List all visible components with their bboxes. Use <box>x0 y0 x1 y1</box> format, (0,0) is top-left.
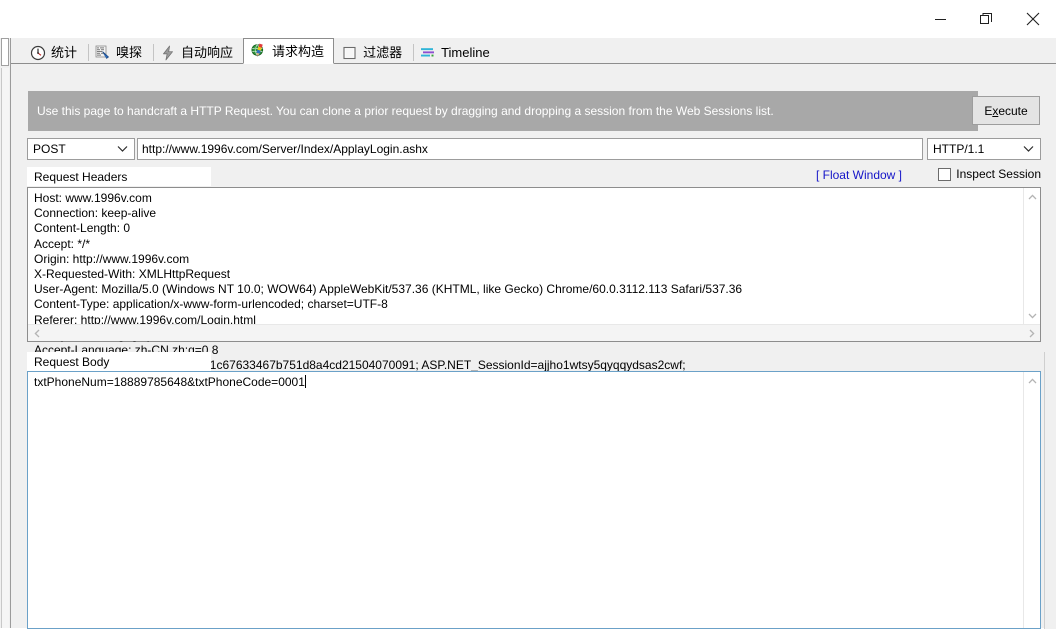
inspect-session-label: Inspect Session <box>956 167 1041 181</box>
inspect-session-checkbox[interactable]: Inspect Session <box>938 167 1041 181</box>
tab-filters-label: 过滤器 <box>363 46 402 59</box>
tab-timeline[interactable]: Timeline <box>412 40 500 64</box>
tab-strip: 统计 嗅探 自动响应 <box>11 38 1056 64</box>
scroll-left-button[interactable] <box>28 325 45 342</box>
tab-composer-label: 请求构造 <box>272 45 324 58</box>
minimize-icon <box>935 13 947 25</box>
tab-autoresponder-label: 自动响应 <box>181 46 233 59</box>
chevron-up-icon <box>1028 378 1037 384</box>
left-splitter-sliver <box>0 38 11 628</box>
execute-label-post: ecute <box>998 104 1027 118</box>
hint-row: Use this page to handcraft a HTTP Reques… <box>28 91 1040 131</box>
execute-label-pre: E <box>984 104 992 118</box>
request-headers-text: Host: www.1996v.com Connection: keep-ali… <box>34 191 1009 373</box>
request-body-editor[interactable]: txtPhoneNum=18889785648&txtPhoneCode=000… <box>27 371 1041 629</box>
scroll-up-button[interactable] <box>1024 188 1041 205</box>
request-body-vertical-scrollbar[interactable] <box>1023 372 1040 628</box>
inspect-session-box[interactable] <box>938 168 951 181</box>
scroll-up-button[interactable] <box>1024 372 1041 389</box>
chevron-up-icon <box>1028 194 1037 200</box>
close-icon <box>1026 12 1040 26</box>
tab-filters[interactable]: 过滤器 <box>334 40 412 64</box>
request-headers-editor[interactable]: Host: www.1996v.com Connection: keep-ali… <box>27 187 1041 342</box>
filters-checkbox-icon <box>342 45 358 61</box>
scroll-down-button[interactable] <box>1024 307 1041 324</box>
composer-globe-pencil-icon <box>251 43 267 59</box>
request-headers-label: Request Headers <box>27 167 211 186</box>
request-body-text-wrap: txtPhoneNum=18889785648&txtPhoneCode=000… <box>34 375 306 390</box>
autoresponder-lightning-icon <box>160 45 176 61</box>
composer-panel: Use this page to handcraft a HTTP Reques… <box>11 63 1056 628</box>
chevron-left-icon <box>34 329 40 338</box>
chevron-down-icon <box>117 146 128 153</box>
composer-hint-text: Use this page to handcraft a HTTP Reques… <box>28 91 978 131</box>
tab-statistics-label: 统计 <box>51 46 77 59</box>
http-version-select[interactable]: HTTP/1.1 <box>927 138 1041 160</box>
url-value: http://www.1996v.com/Server/Index/Applay… <box>142 142 428 156</box>
http-method-select[interactable]: POST <box>27 138 135 160</box>
text-cursor <box>305 375 306 388</box>
url-row: POST http://www.1996v.com/Server/Index/A… <box>27 138 1041 160</box>
request-body-label: Request Body <box>27 352 211 371</box>
tab-timeline-label: Timeline <box>441 46 490 59</box>
left-sliver-panel-top <box>1 38 9 66</box>
window-controls <box>918 0 1056 38</box>
close-button[interactable] <box>1010 1 1056 37</box>
statistics-clock-icon <box>30 45 46 61</box>
request-body-text: txtPhoneNum=18889785648&txtPhoneCode=000… <box>34 375 305 389</box>
scroll-right-button[interactable] <box>1023 325 1040 342</box>
chevron-right-icon <box>1029 329 1035 338</box>
restore-button[interactable] <box>964 1 1010 37</box>
restore-icon <box>980 12 994 26</box>
chevron-down-icon <box>1028 313 1037 319</box>
tab-inspector[interactable]: 嗅探 <box>87 40 152 64</box>
float-window-link[interactable]: [ Float Window ] <box>816 168 902 182</box>
timeline-bars-icon <box>420 45 436 61</box>
execute-button[interactable]: Execute <box>972 96 1040 125</box>
request-headers-vertical-scrollbar[interactable] <box>1023 188 1040 324</box>
http-method-value: POST <box>33 142 66 156</box>
tab-statistics[interactable]: 统计 <box>22 40 87 64</box>
url-input[interactable]: http://www.1996v.com/Server/Index/Applay… <box>137 138 923 160</box>
request-headers-horizontal-scrollbar[interactable] <box>28 324 1040 341</box>
left-sliver-panel-body <box>1 68 9 628</box>
request-headers-header: Request Headers [ Float Window ] Inspect… <box>27 167 1041 187</box>
minimize-button[interactable] <box>918 1 964 37</box>
title-bar <box>0 0 1056 39</box>
tab-composer[interactable]: 请求构造 <box>243 38 334 64</box>
tab-inspector-label: 嗅探 <box>116 46 142 59</box>
inspector-icon <box>95 45 111 61</box>
tab-autoresponder[interactable]: 自动响应 <box>152 40 243 64</box>
chevron-down-icon <box>1023 146 1034 153</box>
right-gutter <box>1044 352 1056 629</box>
http-version-value: HTTP/1.1 <box>933 142 984 156</box>
